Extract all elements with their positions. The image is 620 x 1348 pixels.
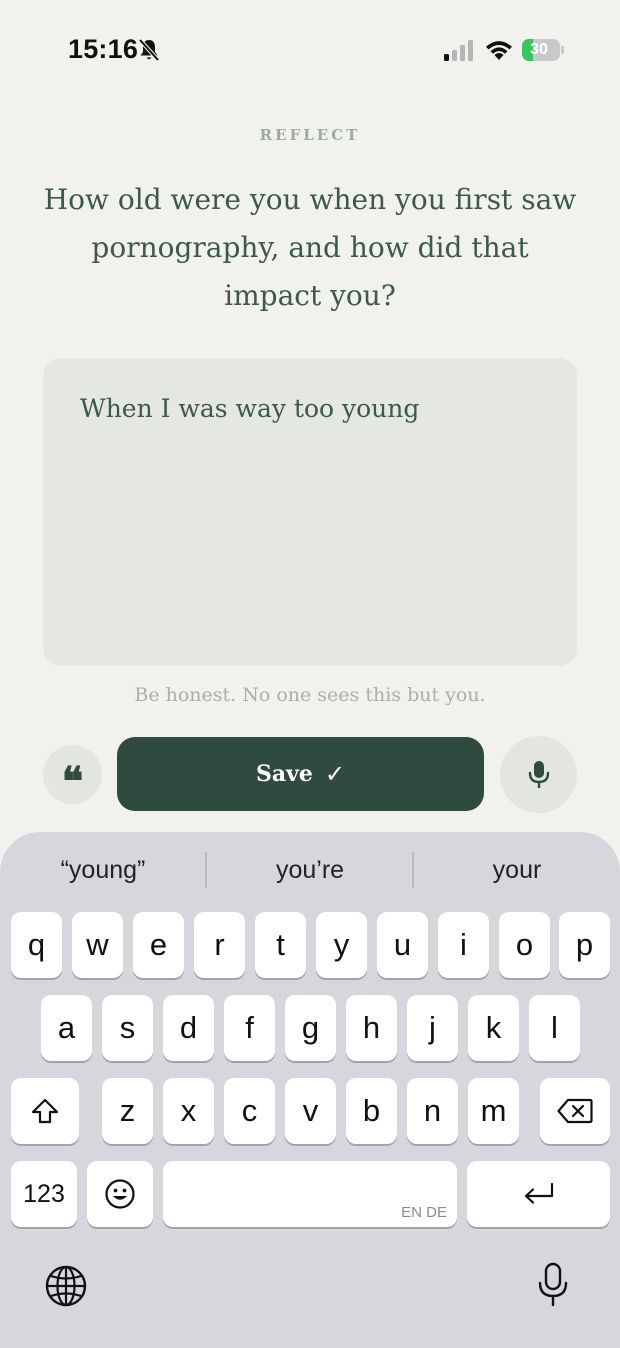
key-t[interactable]: t bbox=[255, 912, 306, 978]
answer-text-area[interactable]: When I was way too young bbox=[43, 358, 577, 666]
emoji-icon bbox=[105, 1179, 135, 1209]
key-o[interactable]: o bbox=[499, 912, 550, 978]
key-v[interactable]: v bbox=[285, 1078, 336, 1144]
microphone-icon bbox=[528, 760, 549, 788]
save-button[interactable]: Save ✓ bbox=[117, 737, 484, 811]
key-m[interactable]: m bbox=[468, 1078, 519, 1144]
privacy-hint: Be honest. No one sees this but you. bbox=[134, 684, 486, 706]
status-bar: 15:16 30 bbox=[0, 0, 620, 100]
battery-charging-icon: 30 bbox=[522, 39, 564, 61]
suggestion-2[interactable]: you’re bbox=[207, 846, 413, 894]
key-j[interactable]: j bbox=[407, 995, 458, 1061]
suggestion-1[interactable]: “young” bbox=[0, 846, 206, 894]
emoji-key[interactable] bbox=[87, 1161, 153, 1227]
key-e[interactable]: e bbox=[133, 912, 184, 978]
key-c[interactable]: c bbox=[224, 1078, 275, 1144]
return-icon bbox=[524, 1182, 553, 1204]
key-r[interactable]: r bbox=[194, 912, 245, 978]
backspace-key[interactable] bbox=[540, 1078, 610, 1144]
key-n[interactable]: n bbox=[407, 1078, 458, 1144]
section-label: REFLECT bbox=[259, 126, 361, 144]
key-d[interactable]: d bbox=[163, 995, 214, 1061]
checkmark-icon: ✓ bbox=[324, 760, 346, 788]
key-u[interactable]: u bbox=[377, 912, 428, 978]
question-title: How old were you when you first saw porn… bbox=[43, 183, 577, 312]
return-key[interactable] bbox=[467, 1161, 610, 1227]
shift-icon bbox=[31, 1098, 59, 1124]
suggestion-3[interactable]: your bbox=[414, 846, 620, 894]
suggestion-bar: “young” you’re your bbox=[0, 846, 620, 894]
key-g[interactable]: g bbox=[285, 995, 336, 1061]
quote-button[interactable]: ❝ bbox=[43, 745, 102, 804]
key-x[interactable]: x bbox=[163, 1078, 214, 1144]
wifi-icon bbox=[486, 41, 512, 60]
save-label: Save bbox=[255, 761, 313, 787]
globe-icon[interactable] bbox=[44, 1264, 88, 1308]
key-k[interactable]: k bbox=[468, 995, 519, 1061]
key-q[interactable]: q bbox=[11, 912, 62, 978]
answer-value: When I was way too young bbox=[80, 394, 420, 423]
space-key[interactable]: EN DE bbox=[163, 1161, 457, 1227]
key-a[interactable]: a bbox=[41, 995, 92, 1061]
key-b[interactable]: b bbox=[346, 1078, 397, 1144]
key-w[interactable]: w bbox=[72, 912, 123, 978]
keyboard: “young” you’re your q w e r t y u i o p … bbox=[0, 832, 620, 1348]
key-f[interactable]: f bbox=[224, 995, 275, 1061]
key-s[interactable]: s bbox=[102, 995, 153, 1061]
key-p[interactable]: p bbox=[559, 912, 610, 978]
key-z[interactable]: z bbox=[102, 1078, 153, 1144]
space-key-languages: EN DE bbox=[401, 1204, 447, 1221]
key-y[interactable]: y bbox=[316, 912, 367, 978]
numbers-key[interactable]: 123 bbox=[11, 1161, 77, 1227]
voice-input-button[interactable] bbox=[500, 736, 577, 813]
key-l[interactable]: l bbox=[529, 995, 580, 1061]
shift-key[interactable] bbox=[11, 1078, 79, 1144]
status-time: 15:16 bbox=[68, 34, 139, 64]
dictation-mic-icon[interactable] bbox=[537, 1262, 569, 1308]
key-i[interactable]: i bbox=[438, 912, 489, 978]
quote-icon: ❝ bbox=[61, 757, 84, 805]
cellular-signal-icon bbox=[444, 40, 473, 61]
bell-slash-icon bbox=[138, 38, 160, 62]
battery-percent: 30 bbox=[530, 41, 548, 58]
backspace-icon bbox=[557, 1098, 593, 1124]
key-h[interactable]: h bbox=[346, 995, 397, 1061]
